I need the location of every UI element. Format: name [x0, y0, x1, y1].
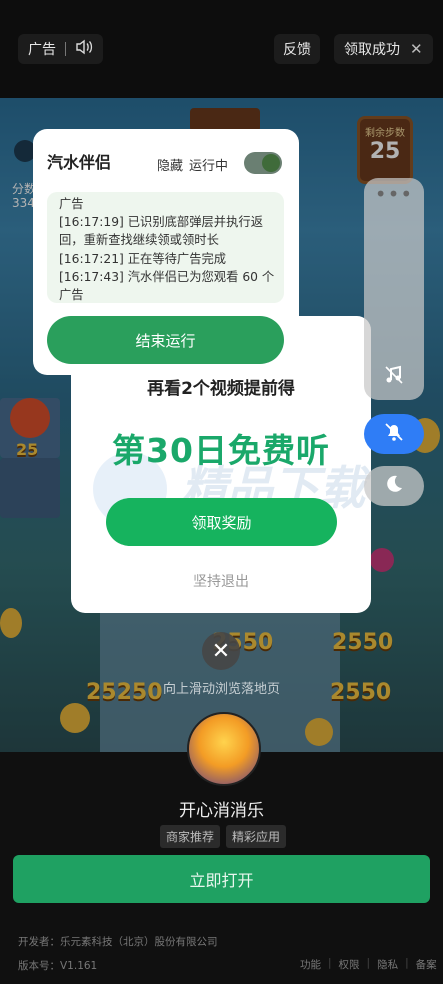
companion-title: 汽水伴侣 [47, 153, 112, 172]
swipe-hint: 向上滑动浏览落地页 [162, 682, 280, 697]
open-app-label: 立即打开 [189, 871, 254, 890]
link-features[interactable]: 功能 [300, 957, 321, 972]
run-toggle[interactable] [244, 152, 282, 174]
log-line: [16:17:43] 汽水伴侣已为您观看 60 个广告 [59, 269, 275, 303]
end-run-button[interactable]: 结束运行 [47, 316, 284, 364]
close-icon: ✕ [410, 40, 423, 58]
app-icon [187, 712, 261, 786]
companion-panel: 汽水伴侣 隐藏 运行中 广告 [16:17:19] 已识别底部弹层并执行返回，重… [33, 129, 299, 375]
status-label: 运行中 [189, 159, 229, 174]
ad-label: 广告 [28, 42, 56, 58]
version-info: 版本号：V1.161 [18, 960, 98, 972]
app-tag: 商家推荐 [160, 825, 221, 848]
side-control-panel: ••• [364, 178, 424, 400]
moon-icon [384, 474, 404, 498]
feedback-button[interactable]: 反馈 [274, 34, 320, 64]
link-permissions[interactable]: 权限 [339, 957, 360, 972]
close-icon: ✕ [211, 638, 231, 664]
feedback-label: 反馈 [283, 42, 311, 58]
log-line: [16:17:19] 已识别底部弹层并执行返回，重新查找继续领或领时长 [59, 215, 263, 248]
log-box: 广告 [16:17:19] 已识别底部弹层并执行返回，重新查找继续领或领时长 [… [47, 192, 284, 303]
end-run-label: 结束运行 [135, 331, 196, 350]
close-overlay-button[interactable]: ✕ [202, 632, 240, 670]
app-tag: 精彩应用 [226, 825, 287, 848]
open-app-button[interactable]: 立即打开 [13, 855, 430, 903]
link-filing[interactable]: 备案 [416, 957, 437, 972]
toggle-knob [262, 154, 280, 172]
bell-mute-button[interactable] [364, 414, 424, 454]
developer-info: 开发者：乐元素科技（北京）股份有限公司 [18, 936, 218, 948]
reward-subtitle: 再看2个视频提前得 [147, 379, 295, 399]
speaker-icon[interactable] [75, 39, 93, 59]
divider [65, 42, 66, 56]
hide-button[interactable]: 隐藏 [157, 155, 183, 174]
night-mode-button[interactable] [364, 466, 424, 506]
app-tags: 商家推荐 精彩应用 [160, 825, 287, 848]
log-line: [16:17:21] 正在等待广告完成 [59, 251, 227, 266]
app-name: 开心消消乐 [179, 801, 264, 821]
bell-mute-icon [383, 421, 405, 447]
claim-success-close-button[interactable]: 领取成功 ✕ [334, 34, 433, 64]
music-note-off-icon[interactable] [364, 364, 424, 392]
more-dots-icon[interactable]: ••• [364, 182, 424, 206]
ad-label-pill: 广告 [18, 34, 103, 64]
claim-success-label: 领取成功 [344, 42, 400, 58]
app-info-links: 功能 | 权限 | 隐私 | 备案 [300, 957, 437, 972]
log-line: 广告 [59, 197, 84, 211]
claim-reward-button[interactable]: 领取奖励 [106, 498, 337, 546]
claim-reward-label: 领取奖励 [191, 513, 252, 532]
link-privacy[interactable]: 隐私 [377, 957, 398, 972]
quit-link[interactable]: 坚持退出 [71, 571, 371, 591]
